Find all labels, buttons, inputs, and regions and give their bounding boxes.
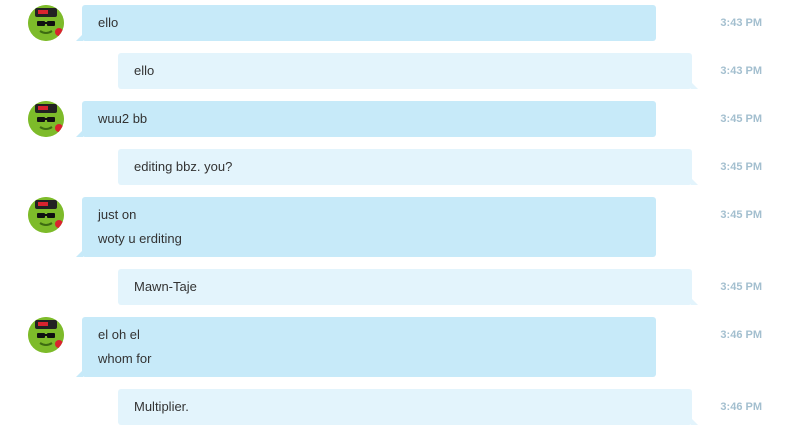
- message-bubble[interactable]: Multiplier.: [118, 389, 698, 425]
- avatar-icon[interactable]: [28, 197, 64, 233]
- avatar-icon[interactable]: [28, 317, 64, 353]
- message-bubble[interactable]: ello: [118, 53, 698, 89]
- message-text: ello: [134, 63, 155, 78]
- avatar-icon[interactable]: [28, 5, 64, 41]
- message-bubble[interactable]: el oh el whom for: [76, 317, 656, 377]
- message-bubble[interactable]: wuu2 bb: [76, 101, 656, 137]
- message-bubble[interactable]: ello: [76, 5, 656, 41]
- message-timestamp: 3:45 PM: [720, 209, 762, 221]
- message-text: el oh el: [98, 327, 140, 342]
- message-timestamp: 3:45 PM: [720, 113, 762, 125]
- message-text: editing bbz. you?: [134, 159, 233, 174]
- message-text: just on: [98, 207, 137, 222]
- message-timestamp: 3:45 PM: [720, 161, 762, 173]
- message-timestamp: 3:45 PM: [720, 281, 762, 293]
- message-text: woty u erditing: [98, 231, 182, 246]
- message-text: whom for: [98, 351, 152, 366]
- avatar-icon[interactable]: [28, 101, 64, 137]
- message-timestamp: 3:46 PM: [720, 329, 762, 341]
- message-bubble[interactable]: just on woty u erditing: [76, 197, 656, 257]
- message-bubble[interactable]: editing bbz. you?: [118, 149, 698, 185]
- message-text: Mawn-Taje: [134, 279, 197, 294]
- message-timestamp: 3:46 PM: [720, 401, 762, 413]
- message-timestamp: 3:43 PM: [720, 65, 762, 77]
- message-text: Multiplier.: [134, 399, 189, 414]
- message-text: ello: [98, 15, 119, 30]
- message-bubble[interactable]: Mawn-Taje: [118, 269, 698, 305]
- message-timestamp: 3:43 PM: [720, 17, 762, 29]
- message-text: wuu2 bb: [98, 111, 148, 126]
